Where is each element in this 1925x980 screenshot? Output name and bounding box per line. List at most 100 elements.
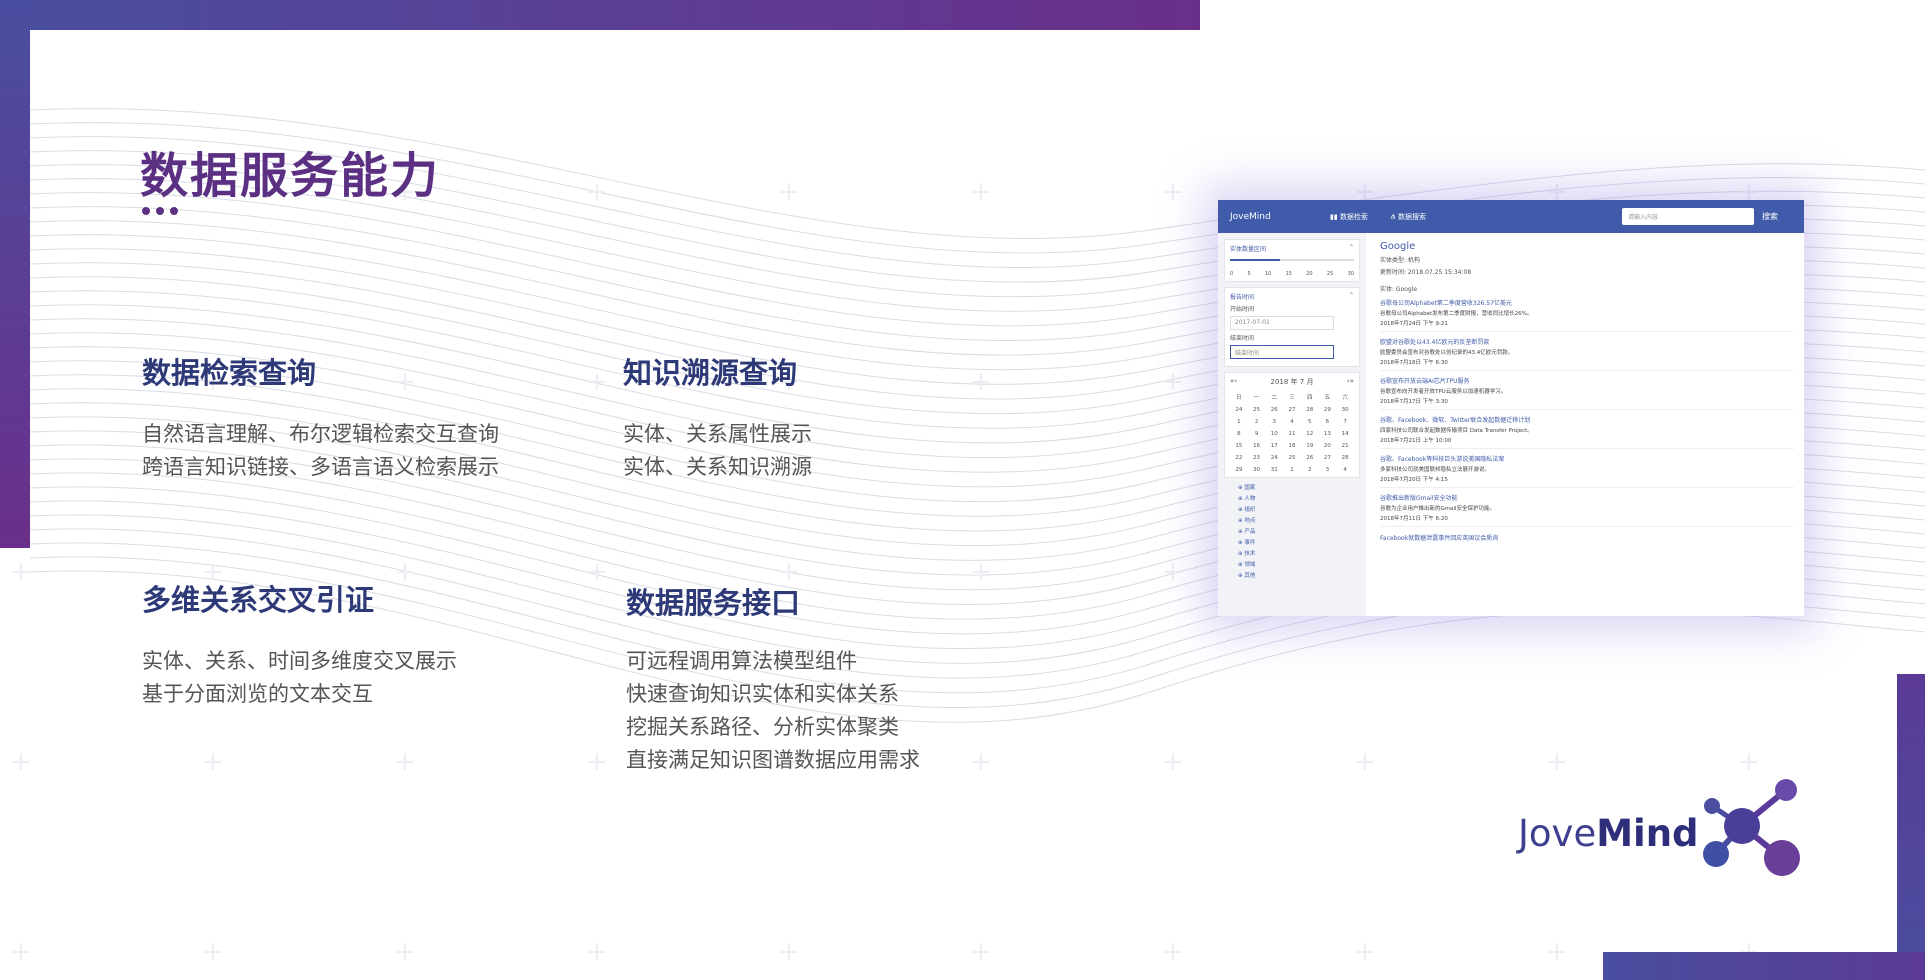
calendar-cell[interactable]: 25 [1283,455,1301,461]
calendar-cell[interactable]: 20 [1319,443,1337,449]
calendar-cell[interactable]: 30 [1336,407,1354,413]
chevron-up-icon[interactable]: ⌃ [1349,292,1354,301]
app-logo: JoveMind [1230,211,1271,222]
category-item[interactable]: ⊕ 国家 [1238,483,1360,491]
calendar-cell[interactable]: 三 [1283,393,1301,401]
calendar-cell[interactable]: 3 [1265,419,1283,425]
calendar-cell[interactable]: 1 [1283,467,1301,473]
category-item[interactable]: ⊕ 产品 [1238,527,1360,535]
calendar-cell[interactable]: 21 [1336,443,1354,449]
section-heading: 多维关系交叉引证 [142,583,375,617]
page-title: 数据服务能力 [140,148,441,204]
calendar-cell[interactable]: 27 [1283,407,1301,413]
calendar-cell[interactable]: 六 [1336,393,1354,401]
calendar-cell[interactable]: 24 [1265,455,1283,461]
result-link[interactable]: 谷歌推出新版Gmail安全功能 [1380,493,1794,502]
calendar-cell[interactable]: 3 [1319,467,1337,473]
calendar-cell[interactable]: 8 [1230,431,1248,437]
section-heading: 知识溯源查询 [623,356,798,390]
calendar-cell[interactable]: 27 [1319,455,1337,461]
calendar-cell[interactable]: 11 [1283,431,1301,437]
category-item[interactable]: ⊕ 技术 [1238,549,1360,557]
result-link[interactable]: 欧盟对谷歌处以43.4亿欧元的反垄断罚款 [1380,337,1794,346]
calendar-cell[interactable]: 7 [1336,419,1354,425]
calendar-cell[interactable]: 18 [1283,443,1301,449]
calendar-title: 2018 年 7 月 [1270,378,1314,386]
category-item[interactable]: ⊕ 人物 [1238,494,1360,502]
result-link[interactable]: 谷歌宣布开放云端AI芯片TPU服务 [1380,376,1794,385]
result-link[interactable]: 谷歌、Facebook、微软、Twitter联合发起数据迁移计划 [1380,415,1794,424]
category-item[interactable]: ⊕ 其他 [1238,571,1360,579]
calendar-cell[interactable]: 4 [1283,419,1301,425]
plus-decoration: + [970,557,992,587]
results-main: Google 实体类型: 机构 更新时间: 2018.07.25 15:34:0… [1370,233,1804,616]
calendar-cell[interactable]: 日 [1230,393,1248,401]
calendar-cell[interactable]: 29 [1230,467,1248,473]
brand-bold: Mind [1596,812,1699,855]
search-button[interactable]: 搜索 [1762,211,1792,222]
slider-ticks: 0 5 10 15 20 25 30 [1230,271,1354,277]
section-data-retrieval: 数据检索查询 自然语言理解、布尔逻辑检索交互查询 跨语言知识链接、多语言语义检索… [142,350,499,484]
calendar-cell[interactable]: 28 [1301,407,1319,413]
calendar-cell[interactable]: 5 [1301,419,1319,425]
calendar-cell[interactable]: 6 [1319,419,1337,425]
calendar-cell[interactable]: 30 [1248,467,1266,473]
calendar-cell[interactable]: 31 [1265,467,1283,473]
calendar-cell[interactable]: 13 [1319,431,1337,437]
calendar-cell[interactable]: 2 [1301,467,1319,473]
calendar-cell[interactable]: 17 [1265,443,1283,449]
calendar-cell[interactable]: 22 [1230,455,1248,461]
plus-decoration: + [586,177,608,207]
result-link[interactable]: 谷歌母公司Alphabet第二季度营收326.57亿美元 [1380,298,1794,307]
result-link[interactable]: Facebook就数据泄露事件回应英国议会质询 [1380,533,1794,542]
section-line: 直接满足知识图谱数据应用需求 [626,748,920,772]
calendar-cell[interactable]: 16 [1248,443,1266,449]
calendar-cell[interactable]: 26 [1265,407,1283,413]
end-date-input[interactable]: 结束时间 [1230,345,1334,359]
prev-icon[interactable]: «‹ [1230,377,1237,387]
calendar-cell[interactable]: 2 [1248,419,1266,425]
calendar-cell[interactable]: 四 [1301,393,1319,401]
start-date-input[interactable]: 2017-07-01 [1230,316,1334,330]
result-desc: 谷歌母公司Alphabet发布第二季度财报，营收同比增长26%。 [1380,311,1533,317]
category-item[interactable]: ⊕ 领域 [1238,560,1360,568]
calendar-cell[interactable]: 26 [1301,455,1319,461]
result-link[interactable]: 谷歌、Facebook等科技巨头游说美国隐私法案 [1380,454,1794,463]
tick-label: 15 [1285,271,1292,277]
calendar-cell[interactable]: 19 [1301,443,1319,449]
brand-logo: JoveMind [1518,812,1699,855]
calendar-cell[interactable]: 10 [1265,431,1283,437]
chevron-up-icon[interactable]: ⌃ [1349,244,1354,253]
calendar-cell[interactable]: 一 [1248,393,1266,401]
section-cross-validation: 多维关系交叉引证 实体、关系、时间多维度交叉展示 基于分面浏览的文本交互 [142,577,457,711]
panel-title: 实体数量区间 [1230,246,1267,253]
range-slider[interactable] [1230,259,1354,261]
category-item[interactable]: ⊕ 事件 [1238,538,1360,546]
calendar-cell[interactable]: 二 [1265,393,1283,401]
plus-decoration: + [778,177,800,207]
search-input[interactable]: 请输入内容 [1622,208,1754,225]
category-item[interactable]: ⊕ 地点 [1238,516,1360,524]
category-item[interactable]: ⊕ 组织 [1238,505,1360,513]
plus-decoration: + [10,747,32,777]
calendar-cell[interactable]: 15 [1230,443,1248,449]
result-item: 谷歌、Facebook、微软、Twitter联合发起数据迁移计划 四家科技公司联合… [1380,415,1794,449]
nav-item[interactable]: ⋔ 数据搜索 [1390,212,1426,222]
calendar-cell[interactable]: 25 [1248,407,1266,413]
results-list: 谷歌母公司Alphabet第二季度营收326.57亿美元 谷歌母公司Alphabe… [1380,298,1794,527]
plus-decoration: + [778,937,800,967]
calendar-cell[interactable]: 24 [1230,407,1248,413]
chart-icon: ▮▮ [1330,212,1340,221]
next-icon[interactable]: ›» [1347,377,1354,387]
calendar-cell[interactable]: 4 [1336,467,1354,473]
nav-item[interactable]: ▮▮ 数据检索 [1330,212,1368,222]
calendar-cell[interactable]: 28 [1336,455,1354,461]
calendar-cell[interactable]: 五 [1319,393,1337,401]
entity-type: 实体类型: 机构 [1380,257,1420,264]
calendar-cell[interactable]: 23 [1248,455,1266,461]
calendar-cell[interactable]: 12 [1301,431,1319,437]
calendar-cell[interactable]: 14 [1336,431,1354,437]
calendar-cell[interactable]: 29 [1319,407,1337,413]
calendar-cell[interactable]: 1 [1230,419,1248,425]
calendar-cell[interactable]: 9 [1248,431,1266,437]
